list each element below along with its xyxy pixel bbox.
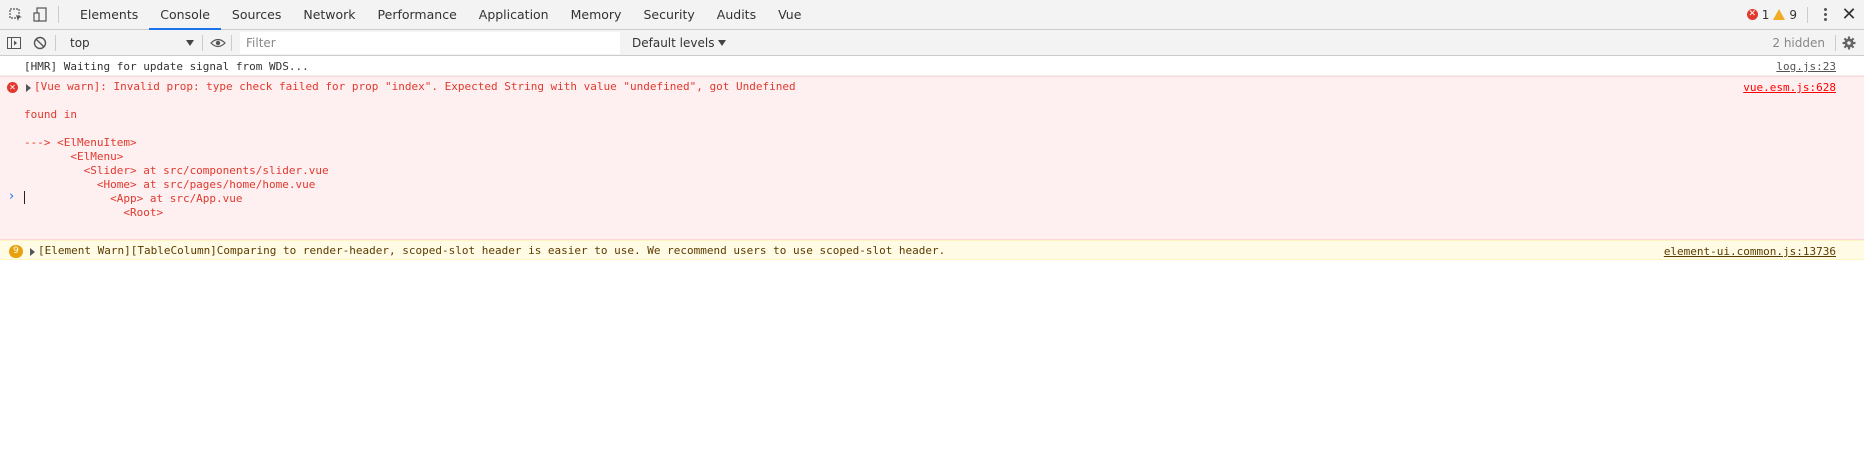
- text-caret: [24, 191, 25, 204]
- live-expression-eye-icon[interactable]: [207, 31, 229, 55]
- device-toolbar-icon[interactable]: [28, 0, 52, 30]
- expand-triangle-icon[interactable]: [26, 84, 31, 92]
- console-messages: [HMR] Waiting for update signal from WDS…: [0, 56, 1864, 260]
- tab-security[interactable]: Security: [632, 0, 705, 29]
- error-line: found in: [24, 108, 77, 121]
- tab-elements[interactable]: Elements: [69, 0, 149, 29]
- error-count-icon: ✕: [1746, 9, 1758, 20]
- error-source-link[interactable]: vue.esm.js:628: [1743, 81, 1836, 94]
- expand-triangle-icon[interactable]: [30, 248, 35, 256]
- toolbar-divider: [231, 34, 232, 51]
- close-devtools-icon[interactable]: ✕: [1840, 5, 1858, 24]
- tab-vue[interactable]: Vue: [767, 0, 812, 29]
- tab-memory[interactable]: Memory: [560, 0, 633, 29]
- error-line: <Root>: [24, 206, 164, 219]
- devtools-tab-bar: Elements Console Sources Network Perform…: [0, 0, 1864, 30]
- error-line: [Vue warn]: Invalid prop: type check fai…: [34, 80, 796, 93]
- tab-console[interactable]: Console: [149, 0, 221, 30]
- console-toolbar: top Default levels 2 hidden: [0, 30, 1864, 56]
- tab-application[interactable]: Application: [468, 0, 560, 29]
- chevron-down-icon: [718, 39, 727, 46]
- tabbar-right: ✕ 1 9 ✕: [1746, 0, 1864, 29]
- warning-message-text: [Element Warn][TableColumn]Comparing to …: [38, 244, 946, 257]
- context-value: top: [70, 35, 90, 50]
- toolbar-divider: [1807, 6, 1808, 23]
- toolbar-divider: [55, 34, 56, 51]
- hidden-messages-count: 2 hidden: [1772, 35, 1825, 50]
- panel-tabs: Elements Console Sources Network Perform…: [69, 0, 812, 30]
- toolbar-divider: [202, 34, 203, 51]
- console-log-message: [HMR] Waiting for update signal from WDS…: [0, 56, 1864, 76]
- toolbar-divider: [1835, 34, 1836, 51]
- log-message-text: [HMR] Waiting for update signal from WDS…: [24, 60, 309, 73]
- show-sidebar-icon[interactable]: [3, 31, 25, 55]
- toolbar-divider: [58, 6, 59, 23]
- warning-repeat-count-badge: 9: [9, 245, 23, 258]
- log-levels-dropdown[interactable]: Default levels: [626, 36, 732, 50]
- prompt-chevron-icon: ›: [9, 189, 15, 204]
- error-count: 1: [1761, 7, 1770, 22]
- error-line: <ElMenu>: [24, 150, 124, 163]
- tab-sources[interactable]: Sources: [221, 0, 292, 29]
- clear-console-icon[interactable]: [29, 31, 51, 55]
- console-warning-message: 9 [Element Warn][TableColumn]Comparing t…: [0, 240, 1864, 260]
- inspect-element-icon[interactable]: [4, 0, 28, 30]
- more-options-icon[interactable]: [1818, 5, 1832, 25]
- warning-count: 9: [1789, 7, 1797, 22]
- console-prompt[interactable]: ›: [0, 189, 1864, 207]
- tab-performance[interactable]: Performance: [367, 0, 468, 29]
- warning-source-link[interactable]: element-ui.common.js:13736: [1664, 245, 1836, 258]
- issue-counts[interactable]: ✕ 1 9: [1746, 7, 1797, 22]
- context-selector[interactable]: top: [64, 33, 198, 53]
- console-settings-gear-icon[interactable]: [1838, 31, 1860, 55]
- tab-audits[interactable]: Audits: [706, 0, 767, 29]
- error-line: [24, 94, 1864, 108]
- error-line: [24, 122, 1864, 136]
- console-error-message: ✕ [Vue warn]: Invalid prop: type check f…: [0, 76, 1864, 240]
- log-source-link[interactable]: log.js:23: [1776, 60, 1836, 73]
- error-line: <Slider> at src/components/slider.vue: [24, 164, 329, 177]
- error-icon: ✕: [7, 82, 18, 93]
- chevron-down-icon: [186, 39, 194, 46]
- log-levels-label: Default levels: [632, 35, 715, 50]
- warning-count-icon: [1773, 9, 1786, 20]
- tab-network[interactable]: Network: [292, 0, 366, 29]
- error-line: ---> <ElMenuItem>: [24, 136, 137, 149]
- console-filter-input[interactable]: [240, 31, 620, 54]
